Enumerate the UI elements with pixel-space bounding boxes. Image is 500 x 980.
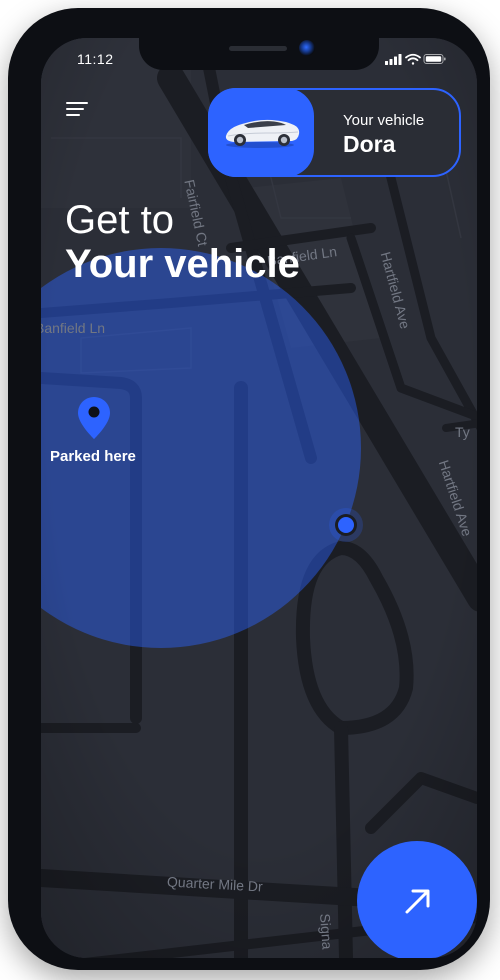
location-pin-icon[interactable]	[77, 396, 111, 440]
wifi-icon	[405, 53, 421, 65]
vehicle-card[interactable]: Your vehicle Dora	[208, 88, 461, 177]
street-label: Banfield Ln	[41, 320, 106, 336]
camera-icon	[299, 40, 315, 56]
page-title-line-2: Your vehicle	[65, 242, 300, 286]
parked-label: Parked here	[50, 448, 136, 465]
status-time: 11:12	[77, 51, 114, 67]
current-location-dot-icon	[329, 508, 363, 542]
navigate-button[interactable]	[357, 841, 477, 958]
vehicle-name: Dora	[343, 131, 396, 157]
notch	[139, 38, 379, 70]
street-label: Signa	[317, 913, 336, 950]
vehicle-thumbnail	[208, 88, 314, 177]
status-icons	[385, 53, 446, 65]
street-label: Ty	[455, 424, 470, 440]
app-screen: Fairfield Ct Banfield Ln Banfield Ln Har…	[41, 38, 477, 958]
menu-button[interactable]	[63, 96, 93, 122]
signal-icon	[385, 54, 402, 65]
vehicle-caption: Your vehicle	[343, 112, 425, 129]
speaker-grille	[229, 46, 287, 51]
page-title-line-1: Get to	[65, 198, 174, 242]
car-icon	[225, 119, 300, 148]
battery-icon	[423, 54, 446, 64]
phone-frame: Fairfield Ct Banfield Ln Banfield Ln Har…	[8, 8, 490, 970]
arrow-up-right-icon	[405, 889, 430, 914]
